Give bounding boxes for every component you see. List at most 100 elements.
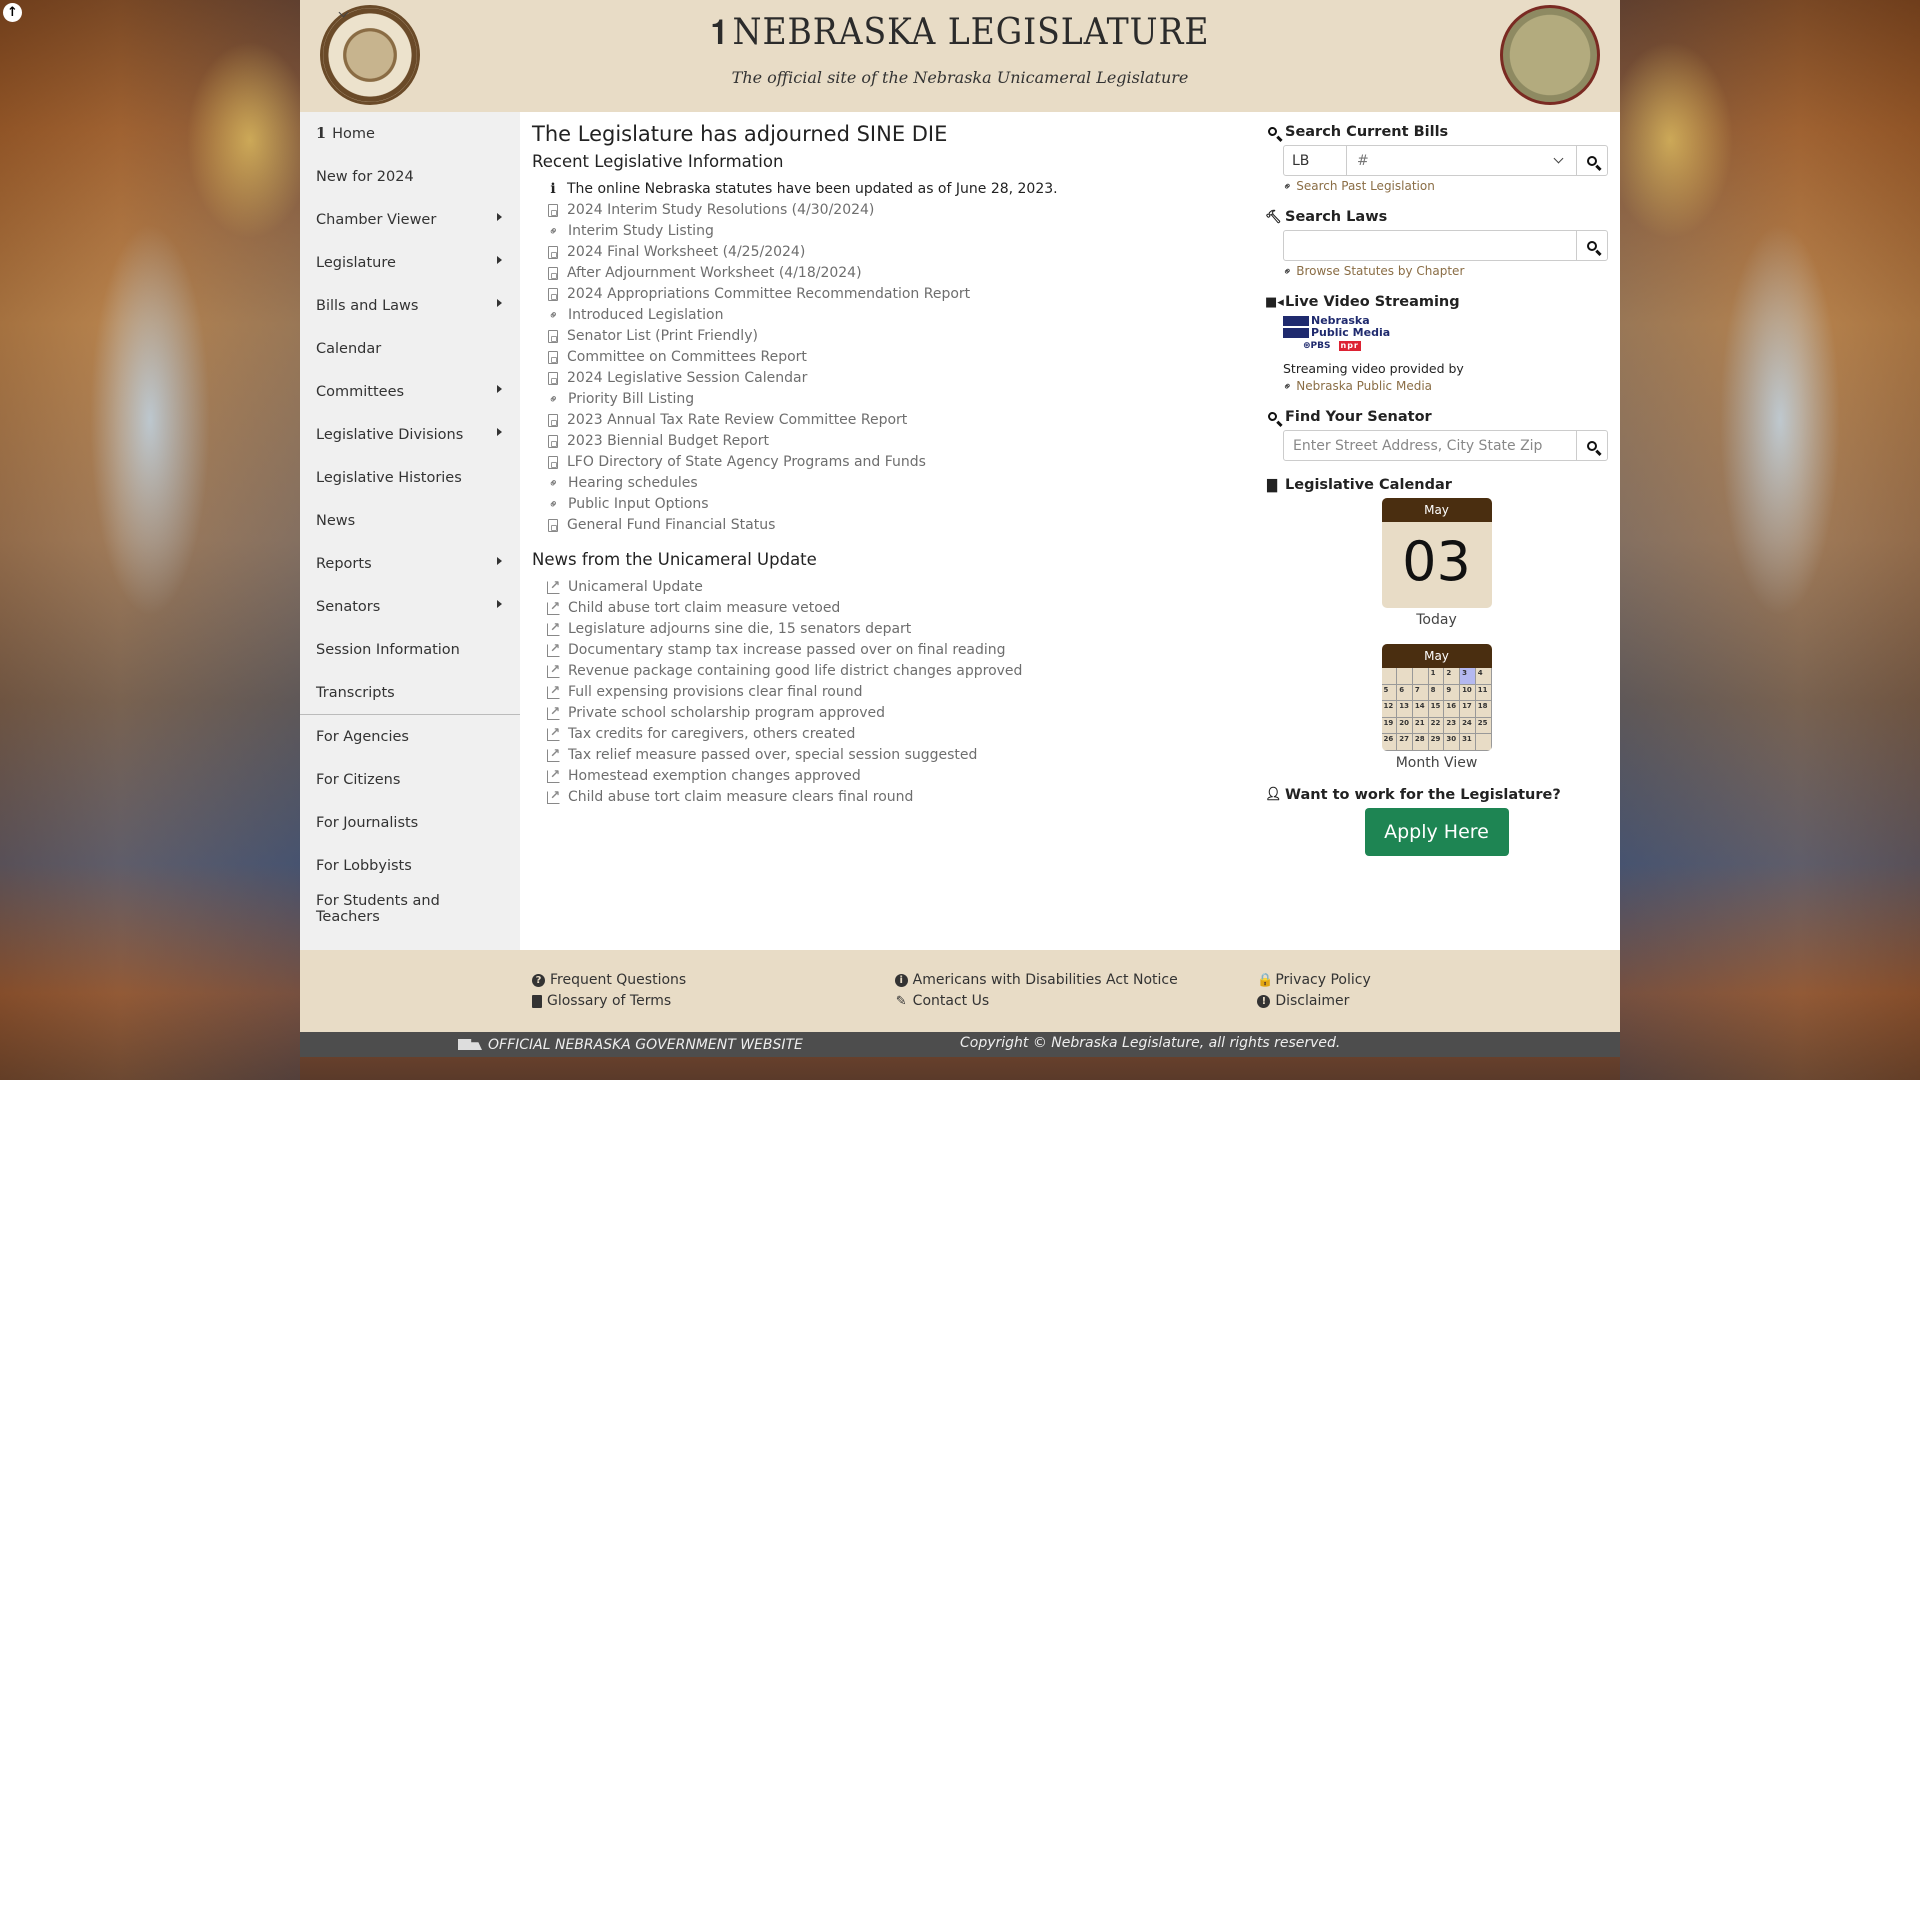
news-item[interactable]: Revenue package containing good life dis…: [546, 659, 1243, 682]
calendar-day[interactable]: 7: [1412, 684, 1429, 701]
calendar-day[interactable]: 20: [1397, 717, 1413, 734]
calendar-day[interactable]: 1: [1428, 668, 1445, 685]
sidebar-item-home[interactable]: 𝟏 Home: [300, 112, 520, 155]
calendar-day[interactable]: 24: [1460, 717, 1476, 734]
recent-info-item[interactable]: ⚭ Introduced Legislation: [545, 305, 1243, 326]
recent-info-item[interactable]: Senator List (Print Friendly): [546, 326, 1243, 347]
recent-info-item[interactable]: 2024 Interim Study Resolutions (4/30/202…: [546, 200, 1243, 221]
news-item[interactable]: Legislature adjourns sine die, 15 senato…: [546, 617, 1243, 640]
sidebar-item-news[interactable]: News: [300, 499, 520, 542]
bill-type-select[interactable]: LB: [338, 7, 1347, 175]
nebraska-public-media-logo[interactable]: Nebraska Public Media: [1283, 315, 1608, 339]
sidebar-item-for-lobbyists[interactable]: For Lobbyists: [300, 844, 520, 887]
calendar-day[interactable]: 14: [1412, 701, 1429, 718]
recent-info-item[interactable]: Committee on Committees Report: [546, 347, 1243, 368]
news-item[interactable]: Private school scholarship program appro…: [546, 701, 1243, 724]
laws-search-input[interactable]: [1284, 231, 1576, 260]
sidebar-item-reports[interactable]: Reports: [300, 542, 520, 585]
recent-info-item[interactable]: 2024 Final Worksheet (4/25/2024): [546, 242, 1243, 263]
laws-search-button[interactable]: [1576, 231, 1607, 260]
nebraska-public-media-link[interactable]: ⚭ Nebraska Public Media: [1280, 378, 1608, 394]
calendar-day[interactable]: 8: [1428, 684, 1445, 701]
address-input[interactable]: [1284, 431, 1576, 460]
recent-info-item[interactable]: 2024 Appropriations Committee Recommenda…: [546, 284, 1243, 305]
sidebar-item-new-for-2024[interactable]: New for 2024: [300, 155, 520, 198]
today-card[interactable]: May 03: [1381, 498, 1492, 608]
calendar-day[interactable]: 17: [1460, 701, 1476, 718]
calendar-day[interactable]: 26: [1381, 734, 1398, 751]
calendar-day[interactable]: 11: [1475, 684, 1492, 701]
calendar-day[interactable]: 28: [1412, 734, 1429, 751]
sidebar-item-session-information[interactable]: Session Information: [300, 628, 520, 671]
calendar-day[interactable]: 12: [1381, 701, 1398, 718]
legislature-seal[interactable]: [1500, 5, 1600, 105]
calendar-day[interactable]: 15: [1428, 701, 1445, 718]
calendar-day[interactable]: 13: [1397, 701, 1413, 718]
news-item[interactable]: Tax relief measure passed over, special …: [546, 743, 1243, 766]
bill-number-select[interactable]: #: [1347, 146, 1576, 175]
calendar-day[interactable]: 31: [1460, 734, 1476, 751]
browse-statutes-link[interactable]: ⚭ Browse Statutes by Chapter: [1280, 263, 1608, 279]
calendar-day[interactable]: 10: [1460, 684, 1476, 701]
apply-here-button[interactable]: Apply Here: [1364, 807, 1509, 856]
footer-link-glossary-of-terms[interactable]: Glossary of Terms: [532, 991, 895, 1012]
calendar-day[interactable]: 21: [1412, 717, 1429, 734]
calendar-day[interactable]: 27: [1397, 734, 1413, 751]
sidebar-item-chamber-viewer[interactable]: Chamber Viewer: [300, 198, 520, 241]
sidebar-item-calendar[interactable]: Calendar: [300, 327, 520, 370]
sidebar-item-committees[interactable]: Committees: [300, 370, 520, 413]
sidebar-item-for-journalists[interactable]: For Journalists: [300, 801, 520, 844]
calendar-day[interactable]: 19: [1381, 717, 1398, 734]
sidebar-item-for-agencies[interactable]: For Agencies: [300, 715, 520, 758]
month-calendar[interactable]: May 1 2 3 4 5 6 7 8 9 10 11 12 13 14 15 16 17 18 19 20 21 22 2…: [1265, 644, 1608, 771]
footer-link-frequent-questions[interactable]: ? Frequent Questions: [532, 970, 895, 991]
recent-info-item[interactable]: 2023 Annual Tax Rate Review Committee Re…: [546, 410, 1243, 431]
recent-info-item[interactable]: ⚭ Interim Study Listing: [545, 221, 1243, 242]
news-item[interactable]: Child abuse tort claim measure vetoed: [546, 596, 1243, 619]
scroll-to-top-icon[interactable]: ↑: [3, 3, 22, 22]
sidebar-item-legislative-histories[interactable]: Legislative Histories: [300, 456, 520, 499]
bill-search-button[interactable]: [1576, 146, 1607, 175]
news-item[interactable]: Documentary stamp tax increase passed ov…: [546, 638, 1243, 661]
sidebar-item-legislature[interactable]: Legislature: [300, 241, 520, 284]
sidebar-item-for-citizens[interactable]: For Citizens: [300, 758, 520, 801]
news-item[interactable]: Child abuse tort claim measure clears fi…: [546, 785, 1243, 808]
official-website-notice[interactable]: OFFICIAL NEBRASKA GOVERNMENT WEBSITE: [300, 1037, 960, 1053]
recent-info-item[interactable]: ⚭ Priority Bill Listing: [545, 389, 1243, 410]
recent-info-item[interactable]: 2023 Biennial Budget Report: [546, 431, 1243, 452]
calendar-day[interactable]: 16: [1444, 701, 1461, 718]
calendar-day[interactable]: 3: [1460, 668, 1476, 685]
calendar-day[interactable]: 4: [1475, 668, 1492, 685]
calendar-day[interactable]: 25: [1475, 717, 1492, 734]
footer-link-contact-us[interactable]: ✎ Contact Us: [895, 991, 1258, 1012]
recent-info-item[interactable]: 2024 Legislative Session Calendar: [546, 368, 1243, 389]
recent-info-item[interactable]: After Adjournment Worksheet (4/18/2024): [546, 263, 1243, 284]
calendar-day[interactable]: 29: [1428, 734, 1445, 751]
senator-search-button[interactable]: [1576, 431, 1607, 460]
today-calendar[interactable]: May 03 Today: [1265, 498, 1608, 628]
recent-info-item[interactable]: General Fund Financial Status: [546, 515, 1243, 536]
sidebar-item-bills-and-laws[interactable]: Bills and Laws: [300, 284, 520, 327]
calendar-day[interactable]: 18: [1475, 701, 1492, 718]
sidebar-item-legislative-divisions[interactable]: Legislative Divisions: [300, 413, 520, 456]
news-item[interactable]: Homestead exemption changes approved: [546, 764, 1243, 787]
calendar-day[interactable]: 6: [1397, 684, 1413, 701]
calendar-day[interactable]: 30: [1444, 734, 1461, 751]
month-card[interactable]: May 1 2 3 4 5 6 7 8 9 10 11 12 13 14 15 16 17 18 19 20 21 22 2…: [1381, 644, 1492, 751]
calendar-day[interactable]: 9: [1444, 684, 1461, 701]
footer-link-americans-with-disabilities-act-notice[interactable]: i Americans with Disabilities Act Notice: [894, 970, 1258, 991]
recent-info-item[interactable]: ⚭ Public Input Options: [545, 494, 1243, 515]
calendar-day[interactable]: 22: [1428, 717, 1445, 734]
news-item[interactable]: Full expensing provisions clear final ro…: [546, 680, 1243, 703]
recent-info-item[interactable]: ⚭ Hearing schedules: [545, 473, 1243, 494]
calendar-day[interactable]: 23: [1444, 717, 1461, 734]
news-item[interactable]: Unicameral Update: [546, 575, 1243, 598]
footer-link-privacy-policy[interactable]: 🔒 Privacy Policy: [1257, 970, 1620, 991]
search-past-legislation-link[interactable]: ⚭ Search Past Legislation: [1280, 178, 1608, 194]
news-item[interactable]: Tax credits for caregivers, others creat…: [546, 722, 1243, 745]
recent-info-item[interactable]: LFO Directory of State Agency Programs a…: [546, 452, 1243, 473]
sidebar-item-for-students-and-teachers[interactable]: For Students and Teachers: [300, 887, 520, 930]
calendar-day[interactable]: 5: [1381, 684, 1398, 701]
site-title[interactable]: 𝟏 NEBRASKA LEGISLATURE: [353, 12, 1567, 53]
sidebar-item-senators[interactable]: Senators: [300, 585, 520, 628]
